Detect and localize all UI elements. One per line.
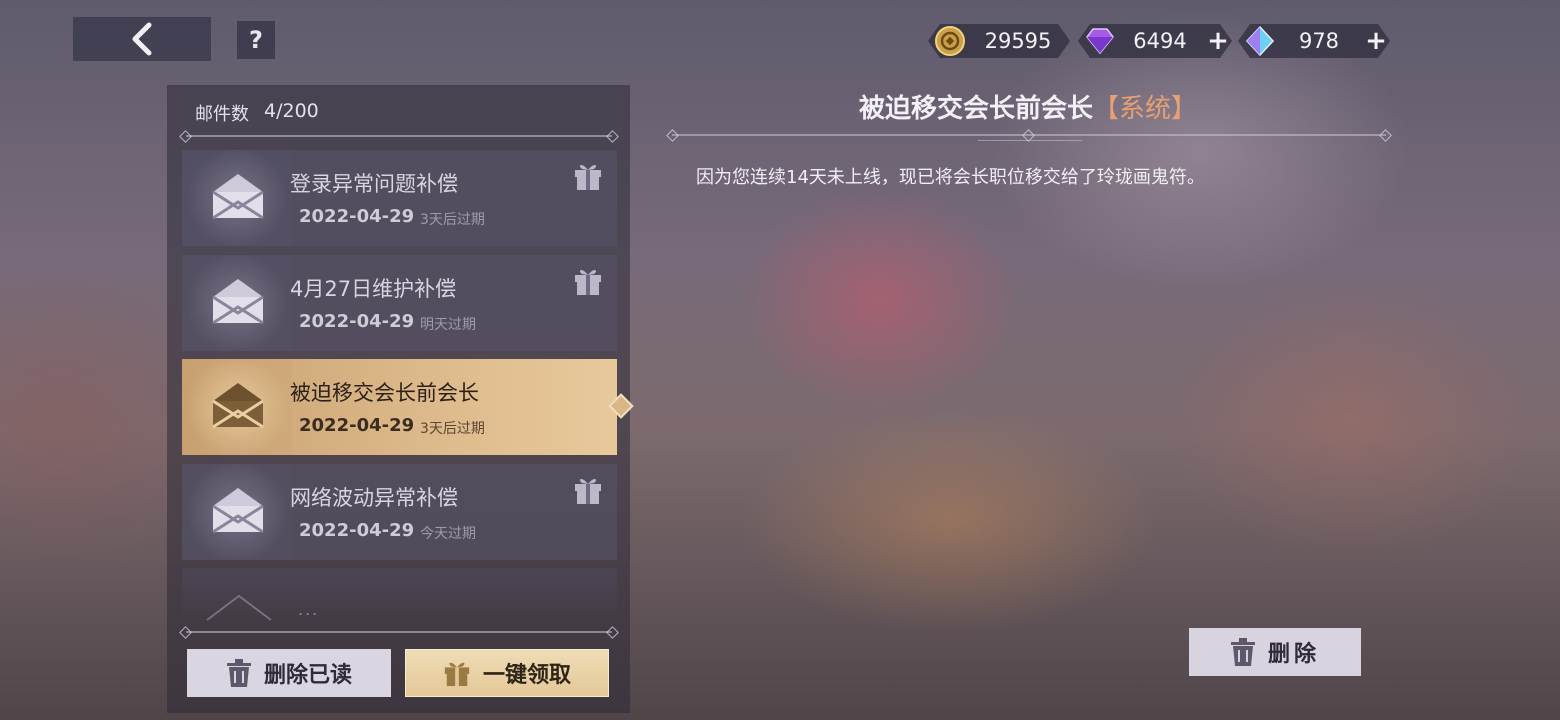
gold-value: 29595	[984, 29, 1052, 53]
currency-purple-gem: 6494 +	[1078, 24, 1232, 58]
mail-item[interactable]: 登录异常问题补偿 2022-04-29 3天后过期	[182, 150, 617, 246]
trash-icon	[1230, 638, 1255, 666]
currency-gold: 29595	[928, 24, 1070, 58]
mail-date: 2022-04-29	[299, 311, 415, 332]
delete-read-label: 删除已读	[263, 663, 352, 688]
gem-value: 6494	[1133, 29, 1187, 53]
delete-mail-label: 删除	[1267, 642, 1320, 667]
help-button[interactable]: ?	[237, 21, 275, 59]
mail-date: 2022-04-29	[299, 520, 415, 541]
mail-detail-body: 因为您连续14天未上线，现已将会长职位移交给了玲珑画鬼符。	[696, 167, 1205, 188]
trash-icon	[226, 659, 251, 687]
more-indicator: ...	[298, 600, 320, 619]
divider-end-icon	[666, 129, 679, 142]
purple-diamond-icon	[1084, 25, 1116, 57]
add-gem-button[interactable]: +	[1204, 26, 1232, 56]
mail-count-label: 邮件数	[195, 104, 249, 125]
back-button[interactable]	[73, 17, 211, 61]
help-icon: ?	[249, 26, 263, 54]
mail-expiry: 3天后过期	[420, 212, 485, 228]
currency-blue-crystal: 978 +	[1238, 24, 1390, 58]
mail-title: 4月27日维护补偿	[290, 277, 457, 301]
mail-detail-title-text: 被迫移交会长前会长	[858, 94, 1093, 124]
envelope-icon	[206, 594, 272, 621]
gift-icon	[575, 269, 601, 295]
gift-icon	[444, 662, 470, 687]
mail-item[interactable]: 网络波动异常补偿 2022-04-29 今天过期	[182, 464, 617, 560]
envelope-icon	[212, 174, 264, 220]
mail-item-selected[interactable]: 被迫移交会长前会长 2022-04-29 3天后过期	[182, 359, 617, 455]
mail-detail-tag: 【系统】	[1093, 94, 1198, 124]
envelope-icon	[212, 279, 264, 325]
gift-icon	[575, 164, 601, 190]
mail-expiry: 3天后过期	[420, 421, 485, 437]
chevron-left-icon	[132, 22, 152, 56]
envelope-icon	[212, 488, 264, 534]
mail-item-partial[interactable]	[182, 568, 617, 621]
envelope-icon	[212, 383, 264, 429]
detail-divider-ornament	[978, 140, 1082, 141]
coin-icon	[934, 25, 966, 57]
claim-all-button[interactable]: 一键领取	[405, 649, 609, 697]
mail-date: 2022-04-29	[299, 415, 415, 436]
list-top-divider	[186, 135, 612, 137]
mail-expiry: 明天过期	[420, 317, 476, 333]
mail-count-value: 4/200	[264, 100, 319, 122]
claim-all-label: 一键领取	[482, 663, 571, 688]
mail-title: 网络波动异常补偿	[290, 486, 458, 510]
list-bottom-divider	[186, 631, 612, 633]
delete-read-button[interactable]: 删除已读	[187, 649, 391, 697]
add-crystal-button[interactable]: +	[1362, 26, 1390, 56]
mail-detail-title: 被迫移交会长前会长【系统】	[668, 88, 1388, 125]
delete-mail-button[interactable]: 删除	[1189, 628, 1361, 676]
mail-expiry: 今天过期	[420, 526, 476, 542]
mail-title: 被迫移交会长前会长	[290, 381, 479, 405]
divider-end-icon	[1379, 129, 1392, 142]
crystal-value: 978	[1298, 29, 1340, 53]
gift-icon	[575, 478, 601, 504]
mail-title: 登录异常问题补偿	[290, 172, 458, 196]
mail-date: 2022-04-29	[299, 206, 415, 227]
mail-item[interactable]: 4月27日维护补偿 2022-04-29 明天过期	[182, 255, 617, 351]
blue-crystal-icon	[1244, 25, 1276, 57]
